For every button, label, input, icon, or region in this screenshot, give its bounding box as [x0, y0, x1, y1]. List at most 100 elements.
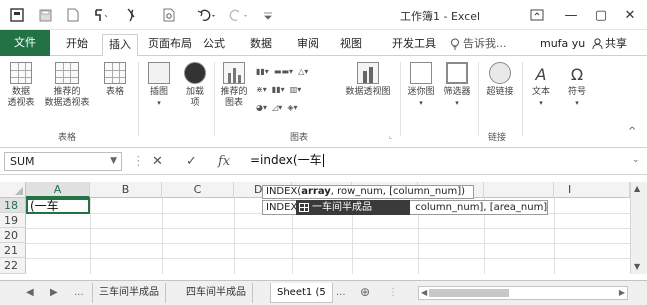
sparklines-button[interactable]: 迷你图 ▾: [404, 62, 438, 109]
hyperlink-label: 超链接: [486, 87, 514, 97]
horizontal-scrollbar[interactable]: ◀ ▶: [418, 286, 628, 300]
format-painter-icon[interactable]: [90, 6, 112, 24]
scatter-chart-icon[interactable]: ⋇▾ ▮▮▾ ▥▾: [256, 84, 301, 94]
active-cell-a18[interactable]: (一车: [26, 198, 90, 214]
tab-split-handle-icon[interactable]: ⋮: [388, 287, 398, 298]
text-button[interactable]: A 文本 ▾: [526, 62, 556, 109]
more-sheets-right[interactable]: ...: [336, 287, 346, 298]
scroll-up-icon[interactable]: ▲: [634, 184, 640, 193]
save-icon[interactable]: [36, 6, 54, 24]
column-chart-icon[interactable]: ▮▮▾ ▬▬▾ △▾: [256, 66, 308, 76]
illustrations-button[interactable]: 插图 ▾: [144, 62, 174, 109]
vertical-scrollbar[interactable]: ▲ ▼: [630, 182, 647, 274]
pie-chart-icon[interactable]: ◕▾ ◿▾ ◈▾: [256, 102, 298, 112]
column-header-b[interactable]: B: [90, 182, 162, 198]
restore-button[interactable]: ▢: [588, 4, 614, 26]
add-sheet-icon[interactable]: ⊕: [360, 285, 370, 299]
dialog-launcher-icon[interactable]: ⌞: [389, 132, 392, 140]
column-header-a[interactable]: A: [26, 182, 90, 198]
close-button[interactable]: ✕: [617, 4, 643, 26]
redo-icon[interactable]: [226, 6, 252, 24]
addins-button[interactable]: 加载 项: [180, 62, 210, 109]
tab-home[interactable]: 开始: [66, 35, 88, 53]
select-all-corner[interactable]: [0, 182, 26, 198]
expand-formula-bar-icon[interactable]: ⌄: [632, 155, 640, 165]
text-label: 文本: [531, 87, 550, 97]
grid-line: [162, 198, 163, 274]
print-preview-icon[interactable]: [160, 6, 178, 24]
name-box[interactable]: SUM ▼: [4, 152, 122, 171]
tab-developer[interactable]: 开发工具: [392, 35, 436, 53]
new-file-icon[interactable]: [64, 6, 82, 24]
scroll-right-icon[interactable]: ▶: [619, 288, 625, 297]
group-divider: [478, 62, 479, 136]
brush-icon[interactable]: [122, 6, 140, 24]
table-button[interactable]: 表格: [100, 62, 130, 98]
column-header-h[interactable]: [484, 182, 554, 198]
scroll-left-icon[interactable]: ◀: [421, 288, 427, 297]
pivot-chart-button[interactable]: 数据透视图: [338, 62, 398, 98]
slicer-icon: [446, 62, 468, 84]
recommended-charts-button[interactable]: 推荐的 图表: [218, 62, 250, 109]
group-divider: [400, 62, 401, 136]
drag-handle-icon[interactable]: ⋮: [132, 154, 145, 169]
tab-file[interactable]: 文件: [0, 30, 50, 56]
pivot-table-button[interactable]: 数据 透视表: [6, 62, 36, 109]
pivot-table-label-1: 数据: [11, 87, 30, 97]
customize-icon[interactable]: [260, 6, 276, 24]
symbols-label: 符号: [567, 87, 586, 97]
tell-me-box[interactable]: 告诉我...: [450, 35, 507, 53]
share-button[interactable]: 共享: [592, 35, 627, 53]
column-header-i[interactable]: I: [554, 182, 630, 198]
row-header-18[interactable]: 18: [0, 198, 26, 213]
addins-icon: [184, 62, 206, 84]
scrollbar-thumb[interactable]: [429, 289, 509, 297]
symbols-button[interactable]: Ω 符号 ▾: [562, 62, 592, 109]
more-sheets-left[interactable]: ...: [74, 287, 84, 298]
addins-label-1: 加载: [185, 87, 204, 97]
scroll-down-icon[interactable]: ▼: [634, 262, 640, 271]
user-name[interactable]: mufa yu: [540, 35, 585, 53]
hyperlink-button[interactable]: 超链接: [482, 62, 518, 98]
tab-page-layout[interactable]: 页面布局: [148, 35, 192, 53]
recommended-pivot-button[interactable]: 推荐的 数据透视表: [40, 62, 94, 109]
row-header-21[interactable]: 21: [0, 243, 26, 258]
dropdown-arrow-icon: ▾: [575, 99, 579, 107]
sheet-tab-workshop3[interactable]: 三车间半成品: [92, 283, 166, 303]
sparklines-icon: [410, 62, 432, 84]
tab-review[interactable]: 审阅: [297, 35, 319, 53]
collapse-ribbon-icon[interactable]: ^: [628, 126, 636, 137]
column-header-c[interactable]: C: [162, 182, 234, 198]
sheet-tab-bar: ◀ ▶ ... 三车间半成品 四车间半成品 Sheet1 (5 ... ⊕ ⋮ …: [0, 280, 647, 305]
dropdown-arrow-icon: ▾: [539, 99, 543, 107]
cancel-entry-button[interactable]: ✕: [152, 154, 163, 169]
insert-function-button[interactable]: fx: [218, 154, 230, 169]
group-divider: [214, 62, 215, 136]
autocomplete-suggestion[interactable]: 一车间半成品: [296, 200, 410, 215]
minimize-button[interactable]: —: [558, 4, 584, 26]
prev-sheet-icon[interactable]: ◀: [26, 287, 34, 298]
sheet-tab-sheet1[interactable]: Sheet1 (5: [270, 283, 333, 303]
chevron-down-icon[interactable]: ▼: [110, 153, 117, 170]
suggestion-label: 一车间半成品: [312, 202, 372, 213]
grid-line: [234, 198, 235, 274]
ribbon-tabs: 文件 开始 插入 页面布局 公式 数据 审阅 视图 开发工具 告诉我... mu…: [0, 30, 647, 57]
tab-formulas[interactable]: 公式: [203, 35, 225, 53]
sheet-tab-workshop4[interactable]: 四车间半成品: [180, 283, 253, 303]
undo-icon[interactable]: [194, 6, 220, 24]
slicer-button[interactable]: 筛选器 ▾: [440, 62, 474, 109]
tab-insert[interactable]: 插入: [102, 34, 138, 57]
confirm-entry-button[interactable]: ✓: [186, 154, 197, 169]
next-sheet-icon[interactable]: ▶: [50, 287, 58, 298]
formula-input[interactable]: =index(一车: [246, 152, 626, 171]
row-header-22[interactable]: 22: [0, 258, 26, 274]
formula-bar: SUM ▼ ⋮ ✕ ✓ fx =index(一车 ⌄: [0, 149, 647, 175]
ribbon-display-options-icon[interactable]: [524, 4, 550, 26]
row-header-19[interactable]: 19: [0, 213, 26, 228]
pivot-table-label-2: 透视表: [7, 98, 35, 108]
tab-view[interactable]: 视图: [340, 35, 362, 53]
tab-data[interactable]: 数据: [250, 35, 272, 53]
row-header-20[interactable]: 20: [0, 228, 26, 243]
tell-me-label: 告诉我...: [463, 37, 507, 50]
sparklines-label: 迷你图: [407, 87, 435, 97]
